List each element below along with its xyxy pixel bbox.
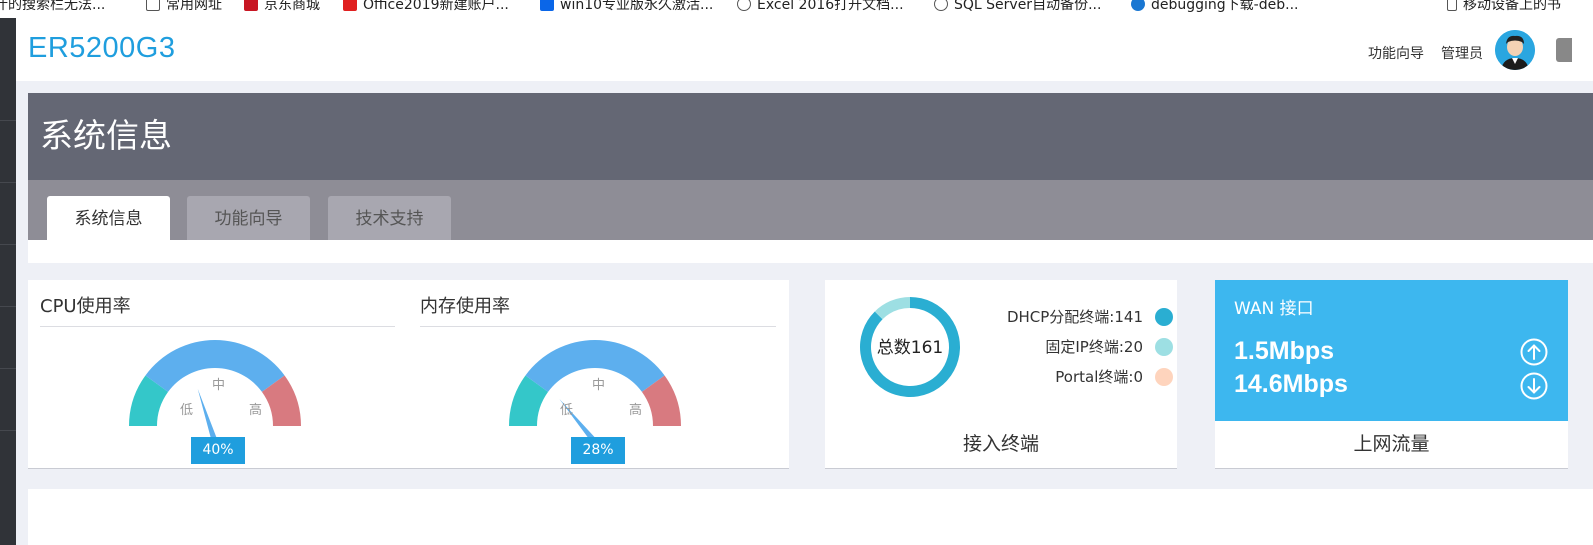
gauge-needle: [197, 388, 217, 438]
bookmark-item[interactable]: 移动设备上的书: [1447, 0, 1561, 14]
terminals-card: 总数161 DHCP分配终端:141 固定IP终端:20 Portal终端:0 …: [825, 280, 1177, 469]
gauge-high-label: 高: [249, 402, 262, 418]
legend-dot: [1155, 337, 1173, 356]
arrow-up-circle-icon: [1520, 338, 1548, 366]
legend-static-ip: 固定IP终端:20: [1045, 336, 1173, 357]
cpu-value-badge: 40%: [191, 437, 245, 464]
admin-link[interactable]: 管理员: [1441, 43, 1483, 63]
edge-icon: [1131, 0, 1145, 11]
wan-panel: WAN 接口 1.5Mbps 14.6Mbps: [1215, 280, 1568, 421]
gauge-mid-label: 中: [212, 378, 225, 393]
tab-support[interactable]: 技术支持: [328, 196, 451, 240]
bookmark-item[interactable]: 常用网址: [146, 0, 222, 14]
bookmark-item[interactable]: debugging下载-deb...: [1131, 0, 1298, 14]
usage-card: CPU使用率 低 中 高 40% 内存使用率 低 中 高 28%: [28, 280, 789, 469]
zhihu-icon: [540, 0, 554, 11]
globe-icon: [934, 0, 948, 11]
tab-wizard[interactable]: 功能向导: [187, 196, 310, 240]
tab-content-strip: [28, 240, 1593, 263]
jd-icon: [244, 0, 258, 11]
gauge-high-label: 高: [629, 402, 642, 418]
terminals-donut: 总数161: [860, 297, 960, 397]
bottom-panel: [28, 489, 1593, 545]
main-content: 系统信息 系统信息 功能向导 技术支持 CPU使用率 低 中 高 40% 内存使…: [16, 81, 1593, 545]
gauge-low-label: 低: [560, 403, 573, 418]
legend-dot: [1155, 307, 1173, 326]
page-title: 系统信息: [40, 116, 172, 155]
donut-segment: [874, 297, 910, 320]
wan-download-rate: 14.6Mbps: [1234, 370, 1348, 398]
bookmark-item[interactable]: 什的搜索栏无法...: [0, 0, 105, 14]
cpu-gauge: 低 中 高: [129, 340, 301, 438]
donut-center-text: 总数161: [877, 338, 943, 358]
arrow-down-circle-icon: [1520, 372, 1548, 400]
gauge-mid-label: 中: [592, 378, 605, 393]
app-header: ER5200G3 功能向导 管理员: [16, 18, 1593, 81]
wan-card: WAN 接口 1.5Mbps 14.6Mbps 上网流量: [1215, 280, 1568, 469]
bookmark-item[interactable]: 京东商城: [244, 0, 320, 14]
gear-icon[interactable]: [1556, 38, 1572, 62]
cpu-divider: [40, 326, 395, 327]
memory-title: 内存使用率: [420, 296, 510, 317]
e-icon: [343, 0, 357, 11]
wan-title: WAN 接口: [1234, 299, 1314, 319]
memory-divider: [420, 326, 776, 327]
bookmark-item[interactable]: Excel 2016打开文档...: [737, 0, 904, 14]
tab-system-info[interactable]: 系统信息: [47, 196, 170, 240]
app-logo[interactable]: ER5200G3: [28, 32, 176, 65]
tab-bar: 系统信息 功能向导 技术支持: [28, 180, 1593, 240]
user-avatar-icon[interactable]: [1495, 30, 1535, 70]
wan-footer[interactable]: 上网流量: [1215, 429, 1568, 456]
title-band: 系统信息: [28, 93, 1593, 180]
folder-icon: [146, 0, 160, 11]
bookmark-bar: 什的搜索栏无法... 常用网址 京东商城 Office2019新建账户... w…: [0, 0, 1593, 18]
bookmark-item[interactable]: win10专业版永久激活...: [540, 0, 713, 14]
link-icon: [737, 0, 751, 11]
wizard-link[interactable]: 功能向导: [1368, 43, 1424, 63]
legend-dot: [1155, 367, 1173, 386]
cpu-title: CPU使用率: [40, 296, 131, 317]
gauge-low-label: 低: [180, 403, 193, 418]
legend-portal: Portal终端:0: [1055, 366, 1173, 387]
wan-upload-rate: 1.5Mbps: [1234, 337, 1335, 365]
memory-value-badge: 28%: [571, 437, 625, 464]
memory-gauge: 低 中 高: [509, 340, 681, 438]
terminals-footer[interactable]: 接入终端: [825, 429, 1177, 456]
phone-icon: [1447, 0, 1457, 11]
side-strip: [0, 18, 16, 545]
bookmark-item[interactable]: Office2019新建账户...: [343, 0, 509, 14]
legend-dhcp: DHCP分配终端:141: [1007, 306, 1173, 327]
bookmark-item[interactable]: SQL Server自动备份...: [934, 0, 1101, 14]
